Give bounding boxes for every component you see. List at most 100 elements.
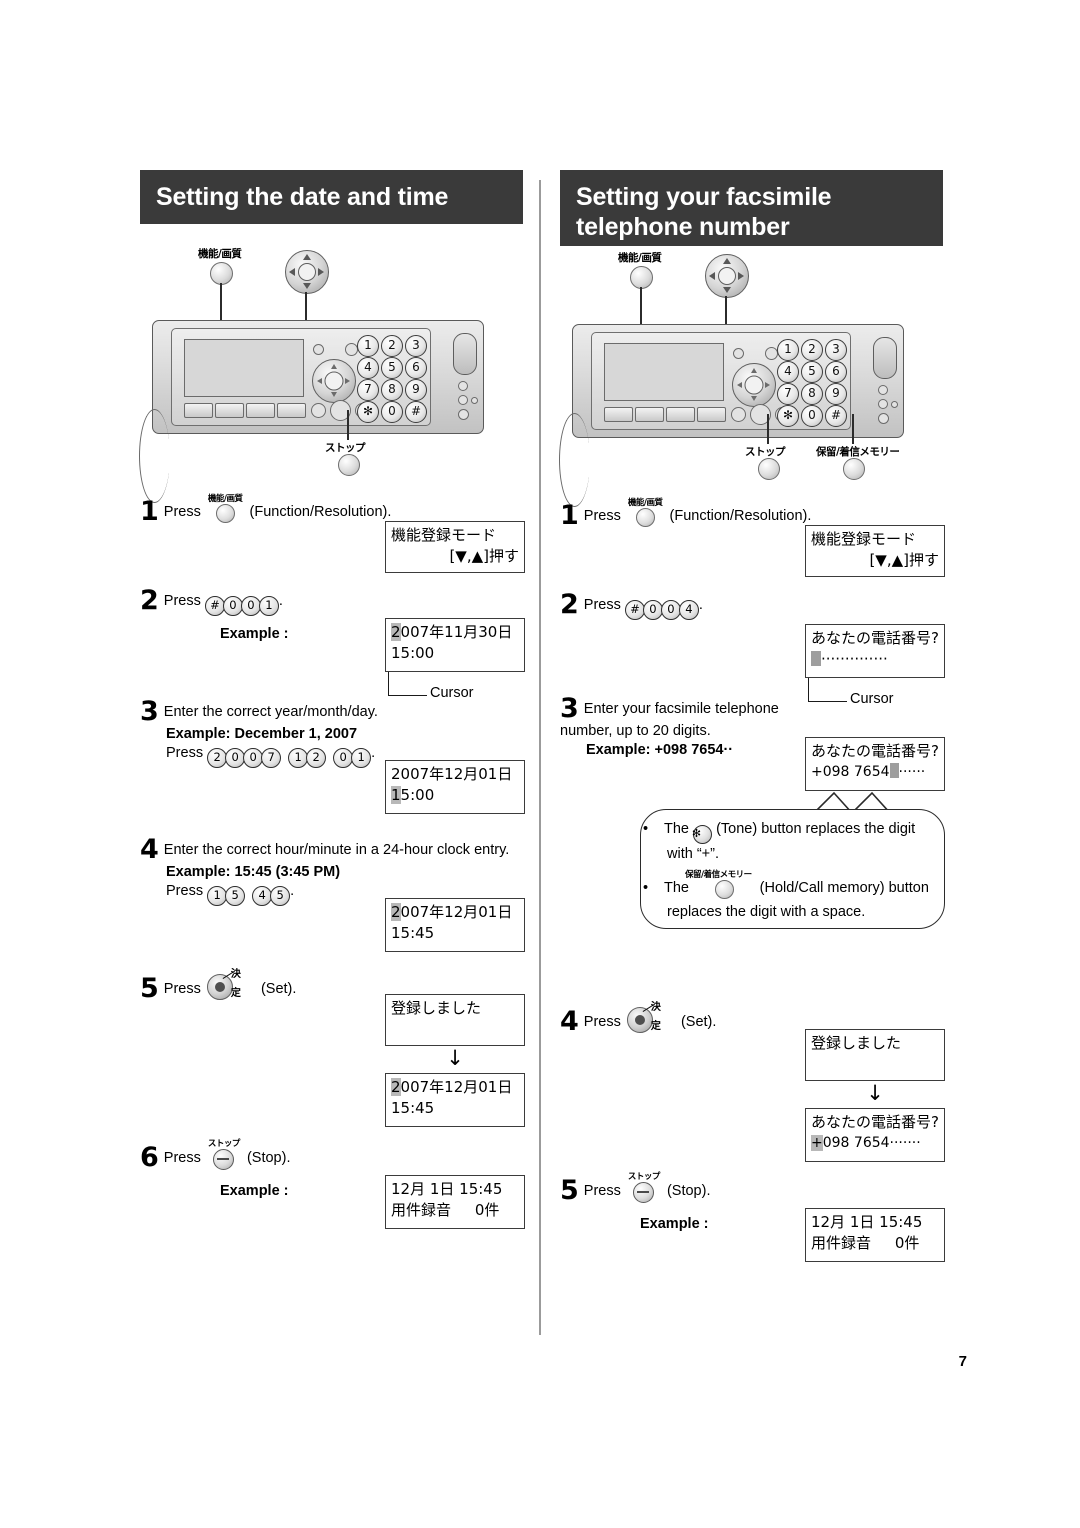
step-number: 1 [140,496,159,527]
key-one[interactable]: 1 [258,596,279,616]
lcd-line-1: 機能登録モード [391,526,497,544]
key-zero-a[interactable]: 0 [642,600,663,620]
keypad-key-8[interactable]: 8 [801,383,823,405]
keypad-key-8[interactable]: 8 [381,379,403,401]
keypad-key-9[interactable]: 9 [405,379,427,401]
soft-key-4[interactable] [697,407,726,422]
nav-left-arrow-panel-icon [737,382,742,388]
key-hash[interactable]: # [204,596,225,616]
soft-key-3[interactable] [246,403,275,418]
flow-arrow-icon: ↓ [446,1046,464,1070]
side-indicator-2[interactable] [458,395,468,405]
example-label: Example : [220,1183,289,1199]
keypad-key-2[interactable]: 2 [381,335,403,357]
key-hash[interactable]: # [624,600,645,620]
nav-left-arrow-icon [289,268,295,276]
side-indicator-1[interactable] [458,381,468,391]
key-0a[interactable]: 0 [225,748,246,768]
navigation-set-button-icon [626,1007,653,1033]
keypad-key-star[interactable]: ✻ [777,405,799,427]
navigation-pad-on-panel[interactable] [312,359,356,403]
step-instruction: Enter the correct year/month/day. [163,704,378,720]
keypad-key-star[interactable]: ✻ [357,401,379,423]
keypad-key-7[interactable]: 7 [777,383,799,405]
keypad-key-6[interactable]: 6 [405,357,427,379]
key-zero-a[interactable]: 0 [222,596,243,616]
set-button[interactable]: 決定 [626,1002,661,1033]
key-1[interactable]: 1 [288,748,309,768]
step-number: 2 [560,589,579,620]
keypad-key-5[interactable]: 5 [381,357,403,379]
key-1c[interactable]: 1 [207,886,228,906]
function-resolution-button[interactable]: 機能/画質 [628,499,663,530]
small-round-button[interactable] [311,403,326,418]
function-button-on-panel[interactable] [313,344,324,355]
panel-hinge [559,413,590,507]
key-0b[interactable]: 0 [243,748,264,768]
stop-button[interactable]: ストップ [628,1173,660,1205]
key-5b[interactable]: 5 [270,886,291,906]
soft-key-1[interactable] [184,403,213,418]
side-indicator-4[interactable] [458,409,469,420]
stop-button-label: ストップ [325,442,366,454]
step-example: Example: 15:45 (3:45 PM) [166,864,341,880]
small-round-button[interactable] [731,407,746,422]
keypad-key-hash[interactable]: # [405,401,427,423]
hold-call-memory-label-inline: 保留/着信メモリー [685,870,752,880]
stop-lead-line [767,414,769,444]
keypad-key-7[interactable]: 7 [357,379,379,401]
side-indicator-4[interactable] [878,413,889,424]
key-5a[interactable]: 5 [225,886,246,906]
key-7[interactable]: 7 [261,748,282,768]
keypad-key-5[interactable]: 5 [801,361,823,383]
keypad-key-0[interactable]: 0 [381,401,403,423]
set-button[interactable]: 決定 [206,969,241,1000]
keypad-key-4[interactable]: 4 [777,361,799,383]
nav-center-on-panel[interactable] [324,371,344,391]
keypad-key-0[interactable]: 0 [801,405,823,427]
key-four[interactable]: 4 [678,600,699,620]
lcd-cursor-block [889,763,899,778]
navigation-set-button-icon [206,974,233,1000]
keypad-key-1[interactable]: 1 [777,339,799,361]
lcd2-line-2: 15:45 [391,1099,435,1117]
nav-center-on-panel[interactable] [744,375,764,395]
key-2[interactable]: 2 [207,748,228,768]
keypad-key-9[interactable]: 9 [825,383,847,405]
soft-key-2[interactable] [215,403,244,418]
hold-call-memory-callout-icon [843,458,865,480]
key-1b[interactable]: 1 [351,748,372,768]
keypad-key-4[interactable]: 4 [357,357,379,379]
manual-page: Setting the date and time 機能/画質 1 2 3 4 … [0,0,1080,1528]
soft-key-2[interactable] [635,407,664,422]
keypad-key-3[interactable]: 3 [405,335,427,357]
function-resolution-button[interactable]: 機能/画質 [208,495,243,526]
key-4[interactable]: 4 [252,886,273,906]
key-zero-b[interactable]: 0 [660,600,681,620]
keypad-key-2[interactable]: 2 [801,339,823,361]
soft-key-3[interactable] [666,407,695,422]
lcd2-line-2-rest: 098 7654······· [822,1135,921,1151]
soft-key-1[interactable] [604,407,633,422]
tone-button-icon[interactable]: ✻ [692,825,713,844]
keypad-key-hash[interactable]: # [825,405,847,427]
hold-call-memory-button[interactable]: 保留/着信メモリー [685,870,752,902]
keypad-key-6[interactable]: 6 [825,361,847,383]
bubble-item-2: • The 保留/着信メモリー (Hold/Call memory) button… [643,870,930,922]
step-paren-text: (Set). [680,1014,717,1030]
press-word: Press [166,883,204,899]
keypad-key-3[interactable]: 3 [825,339,847,361]
soft-key-4[interactable] [277,403,306,418]
function-button-on-panel[interactable] [733,348,744,359]
key-0c[interactable]: 0 [333,748,354,768]
stop-button[interactable]: ストップ [208,1140,240,1172]
lcd-display: 12月 1日 15:45 用件録音 0件 [385,1175,525,1229]
lcd-phone-number: +098 7654 [811,764,890,780]
navigation-pad-on-panel[interactable] [732,363,776,407]
key-zero-b[interactable]: 0 [240,596,261,616]
side-indicator-1[interactable] [878,385,888,395]
hold-call-memory-button-on-panel[interactable] [878,399,888,409]
nav-left-arrow-panel-icon [317,378,322,384]
keypad-key-1[interactable]: 1 [357,335,379,357]
key-2b[interactable]: 2 [306,748,327,768]
